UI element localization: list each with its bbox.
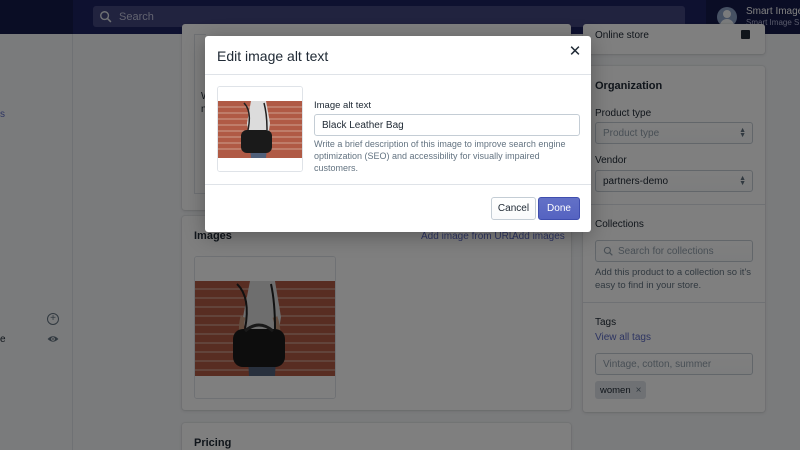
image-preview: [217, 86, 303, 172]
modal-title: Edit image alt text: [217, 48, 329, 64]
alt-text-help: Write a brief description of this image …: [314, 139, 566, 173]
modal-footer-divider: [205, 184, 591, 185]
product-photo: [218, 87, 302, 171]
alt-text-label: Image alt text: [314, 100, 372, 111]
alt-text-value: Black Leather Bag: [322, 119, 404, 131]
alt-text-input[interactable]: Black Leather Bag: [314, 114, 580, 136]
cancel-button[interactable]: Cancel: [491, 197, 536, 220]
edit-alt-text-modal: Edit image alt text ✕ Image alt text Bla…: [205, 36, 591, 232]
close-icon[interactable]: ✕: [568, 44, 582, 59]
modal-header: Edit image alt text: [205, 36, 591, 75]
done-button[interactable]: Done: [538, 197, 580, 220]
